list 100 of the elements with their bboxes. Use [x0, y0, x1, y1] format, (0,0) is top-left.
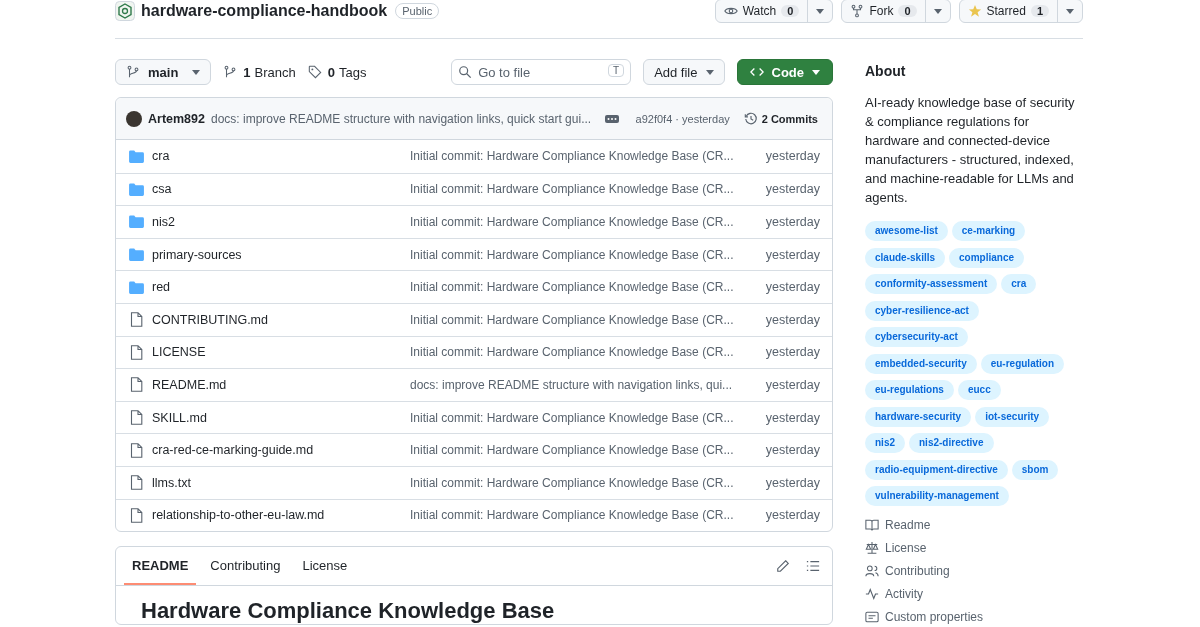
- commit-time: yesterday: [765, 149, 820, 164]
- avatar: [126, 110, 142, 127]
- topic-tag[interactable]: ce-marking: [951, 221, 1026, 241]
- tags-link[interactable]: 0 Tags: [307, 64, 367, 80]
- code-icon: [749, 65, 764, 79]
- repo-name[interactable]: hardware-compliance-handbook: [141, 2, 388, 20]
- branch-button[interactable]: main: [115, 59, 212, 85]
- topic-tag[interactable]: vulnerability-management: [865, 486, 1009, 506]
- topic-tag[interactable]: sbom: [1011, 459, 1059, 480]
- file-link[interactable]: cra-red-ce-marking-guide.md: [152, 443, 410, 458]
- commit-message-link[interactable]: Initial commit: Hardware Compliance Knowledge Base (CR...: [410, 345, 734, 360]
- branch-icon: [223, 65, 238, 79]
- folder-icon: [129, 215, 144, 229]
- caret-icon: [812, 69, 820, 75]
- branches-link[interactable]: 1 Branch: [223, 64, 296, 80]
- commit-time: yesterday: [765, 345, 820, 360]
- commit-message-link[interactable]: Initial commit: Hardware Compliance Knowledge Base (CR...: [410, 182, 734, 197]
- ellipsis-icon: [605, 114, 620, 123]
- readme-tab[interactable]: Contributing: [202, 547, 289, 586]
- readme-tab[interactable]: License: [294, 547, 356, 586]
- readme-tab[interactable]: README: [124, 547, 197, 586]
- commit-message-link[interactable]: Initial commit: Hardware Compliance Knowledge Base (CR...: [410, 475, 734, 490]
- commit-message-link[interactable]: Initial commit: Hardware Compliance Knowledge Base (CR...: [410, 312, 734, 327]
- repo-logo-icon: [115, 1, 135, 21]
- topic-tag[interactable]: hardware-security: [865, 406, 972, 427]
- file-link[interactable]: README.md: [152, 377, 410, 392]
- commit-message-link[interactable]: Initial commit: Hardware Compliance Knowledge Base (CR...: [410, 149, 734, 164]
- folder-link[interactable]: primary-sources: [152, 247, 410, 262]
- commits-link[interactable]: 2 Commits: [743, 111, 818, 126]
- caret-icon: [192, 69, 201, 75]
- topic-tag[interactable]: eucc: [957, 380, 1001, 400]
- readme-link[interactable]: Readme: [865, 513, 1083, 536]
- topic-tag[interactable]: claude-skills: [865, 247, 946, 268]
- commit-time: yesterday: [765, 215, 820, 229]
- commit-time: yesterday: [765, 280, 820, 295]
- properties-link[interactable]: Custom properties: [865, 605, 1083, 627]
- caret-icon: [705, 69, 714, 75]
- expand-button[interactable]: [603, 114, 622, 123]
- topic-tag[interactable]: eu-regulation: [980, 353, 1065, 374]
- file-icon: [129, 344, 144, 360]
- commit-message-link[interactable]: Initial commit: Hardware Compliance Knowledge Base (CR...: [410, 247, 734, 262]
- topic-tag[interactable]: nis2-directive: [909, 433, 994, 453]
- file-link[interactable]: llms.txt: [152, 475, 410, 490]
- commit-time: yesterday: [765, 475, 820, 490]
- commit-message[interactable]: docs: improve README structure with navigation links, quick start gui...: [211, 111, 592, 126]
- topic-tag[interactable]: conformity-assessment: [865, 274, 998, 294]
- folder-link[interactable]: red: [152, 280, 410, 295]
- topic-tag[interactable]: iot-security: [975, 406, 1050, 427]
- people-icon: [865, 563, 879, 578]
- commit-time: yesterday: [765, 508, 820, 523]
- commit-author[interactable]: Artem892: [148, 111, 205, 126]
- license-link[interactable]: License: [865, 536, 1083, 559]
- file-link[interactable]: CONTRIBUTING.md: [152, 312, 410, 327]
- commit-time: yesterday: [765, 312, 820, 327]
- activity-link[interactable]: Activity: [865, 582, 1083, 605]
- commit-time: yesterday: [765, 182, 820, 197]
- topic-tag[interactable]: cybersecurity-act: [865, 327, 968, 347]
- topic-tag[interactable]: eu-regulations: [865, 380, 954, 400]
- edit-icon[interactable]: [776, 559, 790, 574]
- scale-icon: [865, 540, 879, 555]
- commit-time: yesterday: [765, 247, 820, 262]
- commit-message-link[interactable]: Initial commit: Hardware Compliance Knowledge Base (CR...: [410, 280, 734, 295]
- topic-tag[interactable]: compliance: [949, 247, 1025, 268]
- folder-icon: [129, 280, 144, 294]
- about-title: About: [865, 63, 907, 79]
- topic-tag[interactable]: nis2: [865, 433, 905, 453]
- file-link[interactable]: relationship-to-other-eu-law.md: [152, 508, 410, 523]
- commit-time: yesterday: [765, 443, 820, 458]
- topic-tag[interactable]: embedded-security: [865, 353, 977, 374]
- topic-tag[interactable]: radio-equipment-directive: [865, 459, 1008, 480]
- history-icon: [743, 111, 758, 126]
- shortcut-key: T: [608, 64, 625, 77]
- contributing-link[interactable]: Contributing: [865, 559, 1083, 582]
- file-icon: [129, 507, 144, 523]
- commit-message-link[interactable]: Initial commit: Hardware Compliance Knowledge Base (CR...: [410, 410, 734, 425]
- code-button[interactable]: Code: [736, 59, 833, 85]
- outline-icon[interactable]: [806, 559, 820, 574]
- readme-heading: Hardware Compliance Knowledge Base: [141, 598, 556, 625]
- commit-message-link[interactable]: docs: improve README structure with navigation links, qui...: [410, 377, 733, 392]
- folder-link[interactable]: csa: [152, 182, 410, 197]
- file-link[interactable]: SKILL.md: [152, 410, 410, 425]
- topic-tag[interactable]: cra: [1001, 274, 1037, 294]
- folder-link[interactable]: cra: [152, 149, 410, 164]
- folder-link[interactable]: nis2: [152, 215, 410, 229]
- folder-icon: [129, 182, 144, 196]
- caret-icon: [933, 8, 942, 14]
- file-link[interactable]: LICENSE: [152, 345, 410, 360]
- commit-hash[interactable]: a92f0f4 · yesterday: [635, 112, 730, 125]
- caret-icon: [1066, 8, 1074, 14]
- commit-message-link[interactable]: Initial commit: Hardware Compliance Knowledge Base (CR...: [410, 443, 734, 458]
- tag-icon: [307, 65, 322, 79]
- book-icon: [865, 517, 879, 532]
- pulse-icon: [865, 586, 879, 601]
- file-icon: [129, 442, 144, 458]
- topic-tag[interactable]: cyber-resilience-act: [865, 300, 979, 321]
- add-file-button[interactable]: Add file: [643, 59, 725, 85]
- topic-tag[interactable]: awesome-list: [865, 221, 948, 241]
- file-icon: [129, 312, 144, 328]
- commit-message-link[interactable]: Initial commit: Hardware Compliance Knowledge Base (CR...: [410, 508, 734, 523]
- commit-message-link[interactable]: Initial commit: Hardware Compliance Knowledge Base (CR...: [410, 215, 734, 229]
